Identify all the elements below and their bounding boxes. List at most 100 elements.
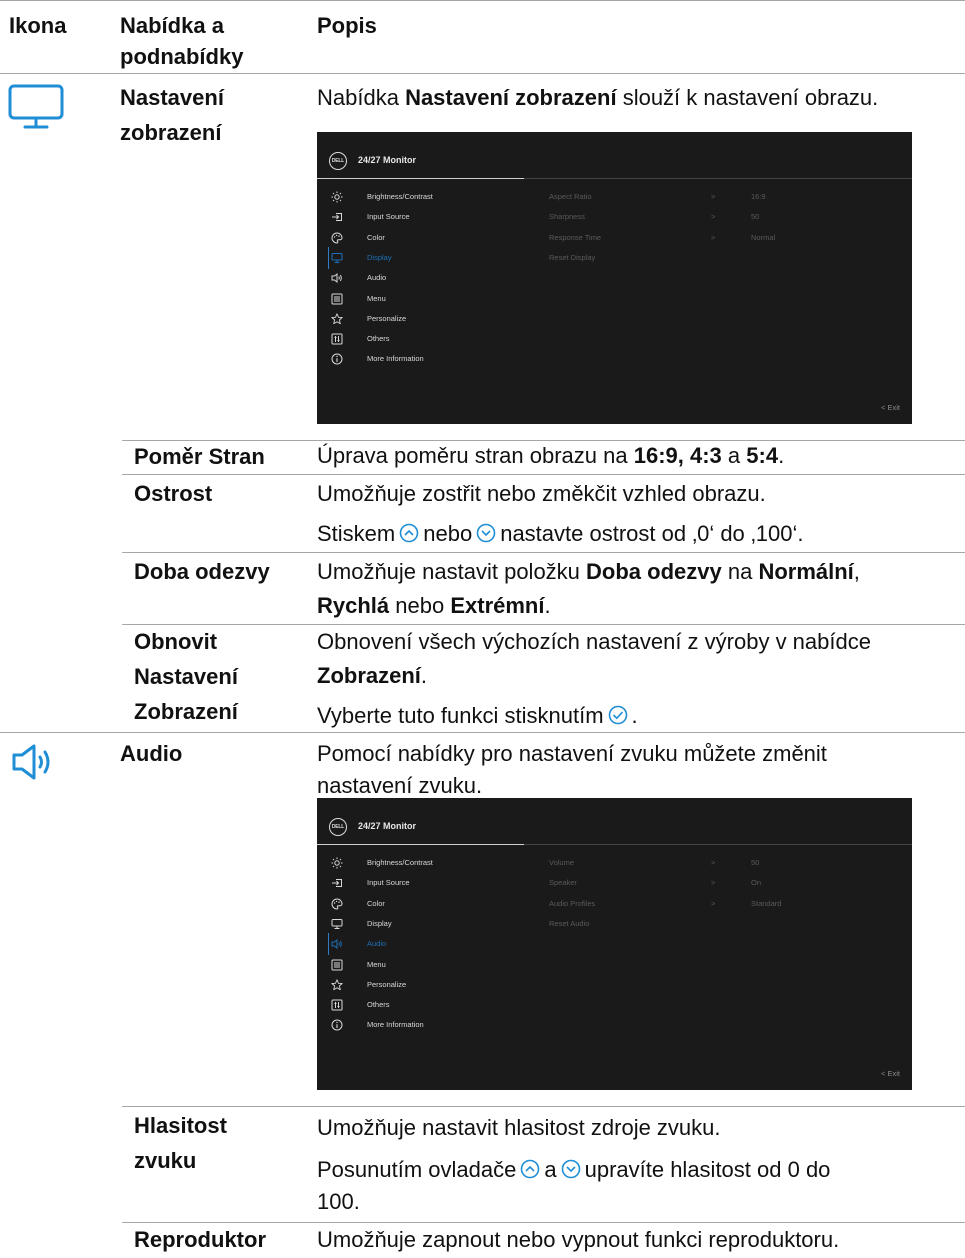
display-intro-bold: Nastavení zobrazení	[405, 85, 617, 110]
osd-menu-item: Audio	[331, 934, 521, 954]
volume-line2-before: Posunutím ovladače	[317, 1157, 517, 1182]
audio-osd-screenshot: DELL 24/27 Monitor Brightness/Contrast In…	[317, 798, 912, 1090]
volume-line2-after: upravíte hlasitost od 0 do	[584, 1157, 831, 1182]
response-l1-mid: na	[721, 559, 759, 584]
speaker-line1: Umožňuje zapnout nebo vypnout funkci rep…	[317, 1227, 840, 1252]
osd-menu-item-label: Display	[367, 918, 392, 928]
reset-line2: Zobrazení.	[317, 660, 427, 692]
display-intro-before: Nabídka	[317, 85, 406, 110]
response-l2-mid: nebo	[389, 593, 451, 618]
osd-title-underline	[317, 844, 524, 845]
row-divider	[122, 552, 965, 553]
row-divider	[122, 624, 965, 625]
osd-menu-item: Personalize	[331, 309, 521, 329]
aspect-bold2: 5:4	[746, 443, 779, 468]
aspect-ratio-name: Poměr Stran	[134, 444, 265, 469]
display-intro: Nabídka Nastavení zobrazení slouží k nas…	[317, 82, 878, 114]
section-divider	[0, 732, 965, 733]
response-l1-after: ,	[853, 559, 860, 584]
osd-menu-item-label: Display	[367, 252, 392, 262]
response-l1-bold1: Doba odezvy	[586, 559, 722, 584]
response-l2-bold2: Extrémní	[450, 593, 545, 618]
osd-option-label: Sharpness	[549, 212, 585, 222]
response-l1-bold2: Normální	[758, 559, 854, 584]
audio-intro-line1: Pomocí nabídky pro nastavení zvuku můžet…	[317, 741, 827, 766]
osd-header-divider	[524, 844, 912, 845]
reset-line2-bold: Zobrazení	[317, 663, 421, 688]
reset-name-line2: Nastavení	[134, 664, 238, 689]
osd-option-value: Normal	[751, 232, 776, 242]
header-menu: Nabídka a podnabídky	[120, 10, 243, 72]
reset-line3-after: .	[631, 703, 638, 728]
osd-menu-item-label: Input Source	[367, 878, 410, 888]
chevron-down-circle-icon	[476, 523, 496, 543]
sharpness-line2-before: Stiskem	[317, 521, 396, 546]
volume-name-line1: Hlasitost	[134, 1113, 227, 1138]
reset-line3-before: Vyberte tuto funkci stisknutím	[317, 703, 604, 728]
osd-menu-item: Personalize	[331, 975, 521, 995]
response-time-name: Doba odezvy	[134, 559, 270, 584]
osd-menu-item-label: Audio	[367, 939, 387, 949]
osd-option-value: 50	[751, 212, 760, 222]
volume-line1: Umožňuje nastavit hlasitost zdroje zvuku…	[317, 1115, 721, 1140]
speaker-name: Reproduktor	[134, 1227, 266, 1252]
palette-icon	[331, 232, 343, 244]
osd-title: 24/27 Monitor	[358, 155, 417, 165]
osd-option-label: Audio Profiles	[549, 898, 596, 908]
header-icon: Ikona	[9, 13, 67, 38]
sharpness-line2-after: nastavte ostrost od ‚0‘ do ‚100‘.	[500, 521, 804, 546]
osd-option-value: 50	[751, 858, 760, 867]
osd-menu-item-label: Menu	[367, 959, 386, 969]
osd-menu-item-label: Brightness/Contrast	[367, 192, 433, 201]
sliders-icon	[331, 333, 343, 345]
osd-menu-item-label: Menu	[367, 293, 386, 303]
speaker-icon	[10, 742, 56, 787]
osd-selection-indicator	[328, 933, 329, 956]
response-l2-bold1: Rychlá	[317, 593, 390, 618]
speaker-icon	[331, 272, 343, 284]
osd-menu-item: More Information	[331, 349, 521, 369]
osd-option-label: Response Time	[549, 232, 602, 242]
osd-menu-item-label: More Information	[367, 354, 424, 364]
chevron-right-icon: >	[711, 878, 716, 888]
chevron-right-icon: >	[711, 232, 716, 242]
osd-menu-item: Display	[331, 248, 521, 268]
osd-menu-item-label: More Information	[367, 1020, 424, 1030]
osd-title-underline	[317, 178, 524, 179]
header-bottom-border	[0, 73, 965, 74]
osd-menu-item-label: Others	[367, 1000, 390, 1010]
aspect-mid: a	[721, 443, 747, 468]
chevron-right-icon: >	[711, 212, 716, 222]
reset-display-name: Obnovit Nastavení Zobrazení	[134, 624, 238, 729]
osd-menu-item: Color	[331, 894, 521, 914]
osd-header-divider	[524, 178, 912, 179]
monitor-icon	[331, 252, 343, 264]
osd-exit: < Exit	[881, 1069, 900, 1078]
chevron-right-icon: >	[711, 898, 716, 908]
sharpness-line2: Stiskem nebo nastavte ostrost od ‚0‘ do ‚1…	[317, 518, 804, 550]
osd-menu-item: Audio	[331, 268, 521, 288]
volume-name-line2: zvuku	[134, 1148, 197, 1173]
osd-title: 24/27 Monitor	[358, 821, 417, 831]
sun-icon	[331, 191, 343, 203]
osd-menu-item-label: Color	[367, 232, 385, 242]
response-l2-after: .	[544, 593, 551, 618]
aspect-after: .	[778, 443, 785, 468]
osd-menu-item: Others	[331, 329, 521, 349]
response-line2: Rychlá nebo Extrémní.	[317, 590, 551, 622]
display-osd-screenshot: DELL 24/27 Monitor Brightness/Contrast In…	[317, 132, 912, 424]
response-l1-before: Umožňuje nastavit položku	[317, 559, 587, 584]
info-icon	[331, 1019, 343, 1031]
chevron-right-icon: >	[711, 192, 716, 201]
osd-selection-indicator	[328, 246, 329, 269]
aspect-ratio-desc: Úprava poměru stran obrazu na 16:9, 4:3 …	[317, 440, 784, 472]
header-menu-line2: podnabídky	[120, 44, 244, 69]
table-top-border	[0, 0, 965, 1]
menu-icon	[331, 959, 343, 971]
osd-menu-item: Menu	[331, 289, 521, 309]
row-divider	[122, 1106, 965, 1107]
volume-line2: Posunutím ovladače a upravíte hlasitost od…	[317, 1154, 830, 1186]
osd-menu-item: Color	[331, 228, 521, 248]
sharpness-line1: Umožňuje zostřit nebo změkčit vzhled obr…	[317, 481, 766, 506]
speaker-icon	[331, 938, 343, 950]
